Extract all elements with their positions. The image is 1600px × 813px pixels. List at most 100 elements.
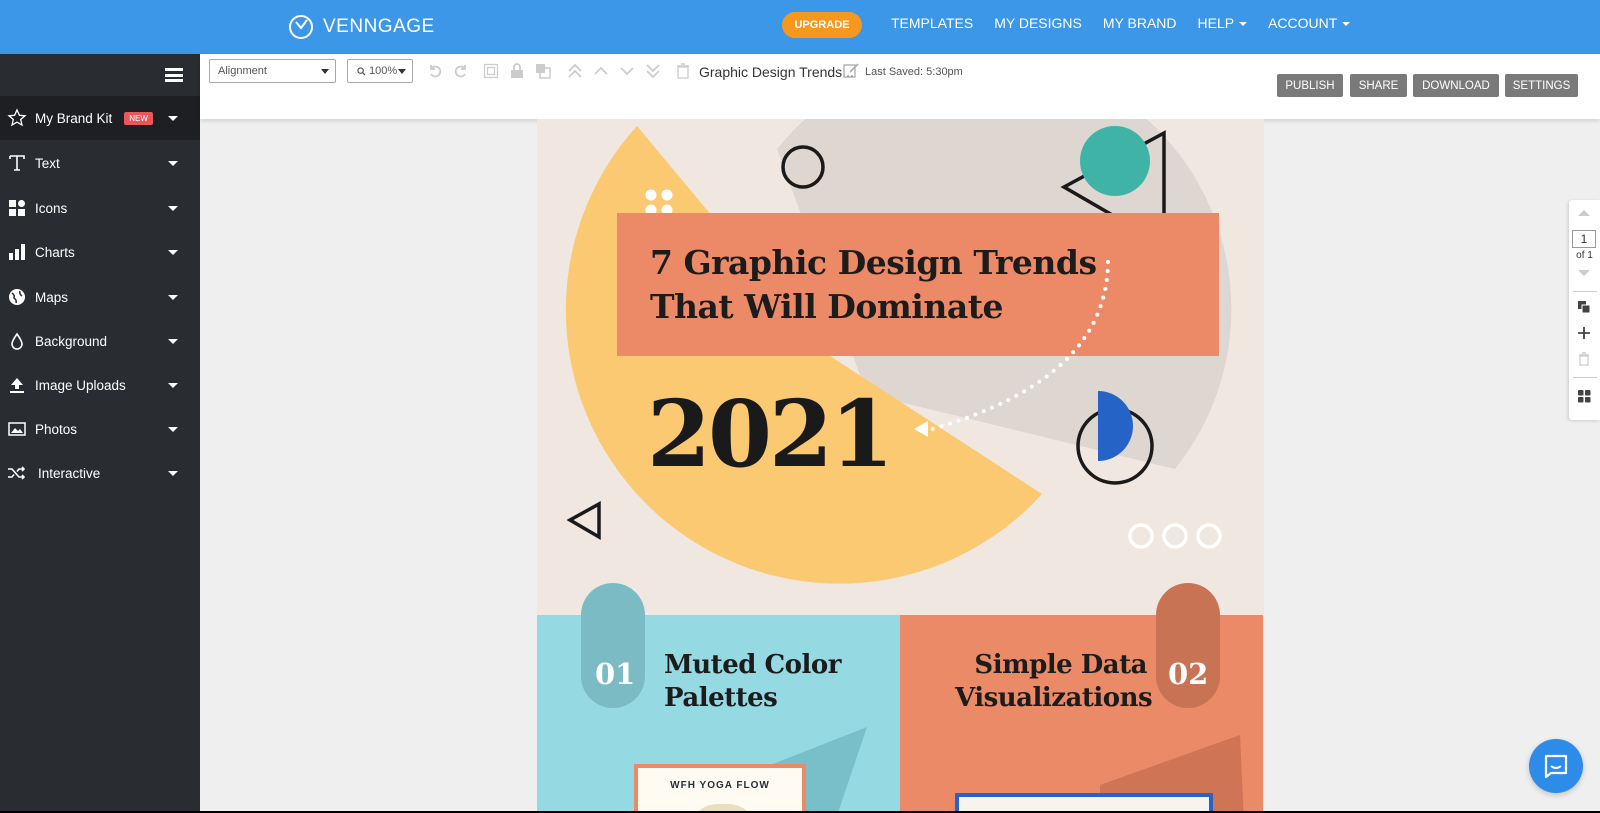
group-icon[interactable] — [482, 62, 500, 80]
venngage-editor: VENNGAGE UPGRADE TEMPLATES MY DESIGNS MY… — [0, 0, 1600, 811]
bring-to-front-icon[interactable] — [566, 62, 584, 80]
number-pill-2: 02 — [1156, 583, 1220, 708]
bring-forward-icon[interactable] — [592, 62, 610, 80]
trash-icon[interactable] — [674, 62, 692, 80]
shuffle-icon — [7, 463, 27, 483]
sidebar-item-text[interactable]: Text — [0, 141, 200, 185]
left-sidebar: My Brand Kit NEW Text Icons Charts Maps … — [0, 54, 200, 811]
outline-triangle-shape — [566, 501, 601, 541]
publish-button[interactable]: PUBLISH — [1277, 74, 1343, 97]
nav-my-brand[interactable]: MY BRAND — [1103, 15, 1177, 31]
chevron-down-icon — [321, 69, 329, 74]
headline-box[interactable]: 7 Graphic Design Trends That Will Domina… — [617, 213, 1219, 356]
headline-text: 7 Graphic Design Trends That Will Domina… — [650, 241, 1097, 329]
venngage-logo[interactable]: VENNGAGE — [288, 12, 435, 42]
nav-templates[interactable]: TEMPLATES — [891, 15, 973, 31]
pager-divider — [1573, 291, 1597, 292]
star-icon — [7, 108, 27, 128]
document-title[interactable]: Graphic Design Trends... — [699, 64, 854, 80]
undo-icon[interactable] — [426, 62, 444, 80]
chevron-down-icon — [168, 206, 178, 211]
headline-line-2: That Will Dominate — [650, 287, 1003, 326]
chevron-down-icon — [1239, 22, 1248, 27]
outline-small-circle — [1128, 523, 1154, 549]
outline-small-circle — [1162, 523, 1188, 549]
nav-help[interactable]: HELP — [1198, 15, 1248, 31]
yoga-card-shape — [688, 804, 758, 811]
sidebar-item-image-uploads[interactable]: Image Uploads — [0, 363, 200, 407]
chevron-down-icon — [168, 116, 178, 121]
trend-title-1-line-2: Palettes — [664, 683, 778, 713]
design-canvas[interactable]: 7 Graphic Design Trends That Will Domina… — [537, 119, 1264, 811]
icons-grid-icon — [7, 198, 27, 218]
year-text[interactable]: 2021 — [647, 384, 894, 484]
page-count: of 1 — [1576, 250, 1593, 261]
toolbar-tool-icons — [426, 62, 692, 80]
download-button[interactable]: DOWNLOAD — [1413, 74, 1499, 97]
sidebar-item-charts[interactable]: Charts — [0, 230, 200, 274]
outline-small-circle — [1196, 523, 1222, 549]
page-down-icon[interactable] — [1577, 268, 1591, 278]
delete-page-icon[interactable] — [1578, 352, 1590, 366]
page-up-icon[interactable] — [1577, 208, 1591, 218]
sidebar-item-label: Icons — [35, 200, 68, 216]
venngage-logo-icon — [289, 15, 313, 39]
sidebar-item-label: Photos — [35, 421, 78, 437]
sidebar-item-background[interactable]: Background — [0, 319, 200, 363]
last-saved-status: Last Saved: 5:30pm — [865, 66, 963, 78]
chevron-down-icon — [168, 427, 178, 432]
chat-bubble-icon — [1544, 754, 1568, 779]
edit-title-icon[interactable] — [843, 62, 859, 83]
text-icon — [7, 153, 27, 173]
zoom-select-value: 100% — [369, 65, 398, 77]
data-viz-card-image[interactable] — [955, 793, 1213, 811]
sidebar-item-interactive[interactable]: Interactive — [0, 451, 200, 495]
nav-account[interactable]: ACCOUNT — [1268, 15, 1351, 31]
trend-title-1-line-1: Muted Color — [664, 650, 841, 680]
sidebar-item-label: Text — [35, 155, 60, 171]
send-to-back-icon[interactable] — [644, 62, 662, 80]
top-navigation-bar: VENNGAGE UPGRADE TEMPLATES MY DESIGNS MY… — [0, 0, 1600, 54]
number-pill-1: 01 — [581, 583, 645, 708]
sidebar-item-label: My Brand Kit — [35, 110, 113, 126]
editor-toolbar: Alignment 100% Graphic Design Trends... … — [200, 54, 1600, 119]
nav-help-label: HELP — [1197, 15, 1235, 31]
trend-title-1[interactable]: Muted Color Palettes — [664, 649, 841, 715]
duplicate-icon[interactable] — [534, 62, 552, 80]
chevron-down-icon — [168, 339, 178, 344]
chevron-down-icon — [398, 69, 406, 74]
grid-view-icon[interactable] — [1578, 390, 1591, 403]
chat-support-button[interactable] — [1529, 739, 1583, 793]
sidebar-item-label: Image Uploads — [35, 377, 126, 393]
lock-icon[interactable] — [508, 62, 526, 80]
zoom-select[interactable]: 100% — [347, 59, 413, 83]
sidebar-item-maps[interactable]: Maps — [0, 275, 200, 319]
sidebar-item-icons[interactable]: Icons — [0, 186, 200, 230]
share-button[interactable]: SHARE — [1350, 74, 1407, 97]
chevron-down-icon — [168, 161, 178, 166]
logo-text: VENNGAGE — [323, 16, 435, 37]
nav-account-label: ACCOUNT — [1268, 15, 1338, 31]
chevron-down-icon — [168, 471, 178, 476]
dot-shape — [661, 189, 673, 201]
duplicate-page-icon[interactable] — [1578, 301, 1591, 314]
sidebar-item-my-brand-kit[interactable]: My Brand Kit NEW — [0, 96, 200, 140]
nav-my-designs[interactable]: MY DESIGNS — [994, 15, 1082, 31]
trend-number-2: 02 — [1168, 657, 1209, 691]
teal-circle-shape — [1080, 126, 1150, 196]
send-backward-icon[interactable] — [618, 62, 636, 80]
upgrade-button[interactable]: UPGRADE — [782, 12, 862, 38]
settings-button[interactable]: SETTINGS — [1505, 74, 1578, 97]
redo-icon[interactable] — [452, 62, 470, 80]
chevron-down-icon — [168, 250, 178, 255]
sidebar-item-label: Maps — [35, 289, 69, 305]
hamburger-menu-icon[interactable] — [165, 68, 183, 82]
page-number-input[interactable]: 1 — [1572, 230, 1596, 248]
sidebar-item-photos[interactable]: Photos — [0, 407, 200, 451]
yoga-card-image[interactable]: WFH YOGA FLOW — [634, 764, 806, 811]
alignment-select[interactable]: Alignment — [209, 59, 336, 83]
chevron-down-icon — [168, 383, 178, 388]
add-page-icon[interactable] — [1577, 326, 1591, 340]
main-nav: TEMPLATES MY DESIGNS MY BRAND HELP ACCOU… — [891, 15, 1351, 31]
trend-title-2[interactable]: Simple Data Visualizations — [955, 649, 1153, 715]
